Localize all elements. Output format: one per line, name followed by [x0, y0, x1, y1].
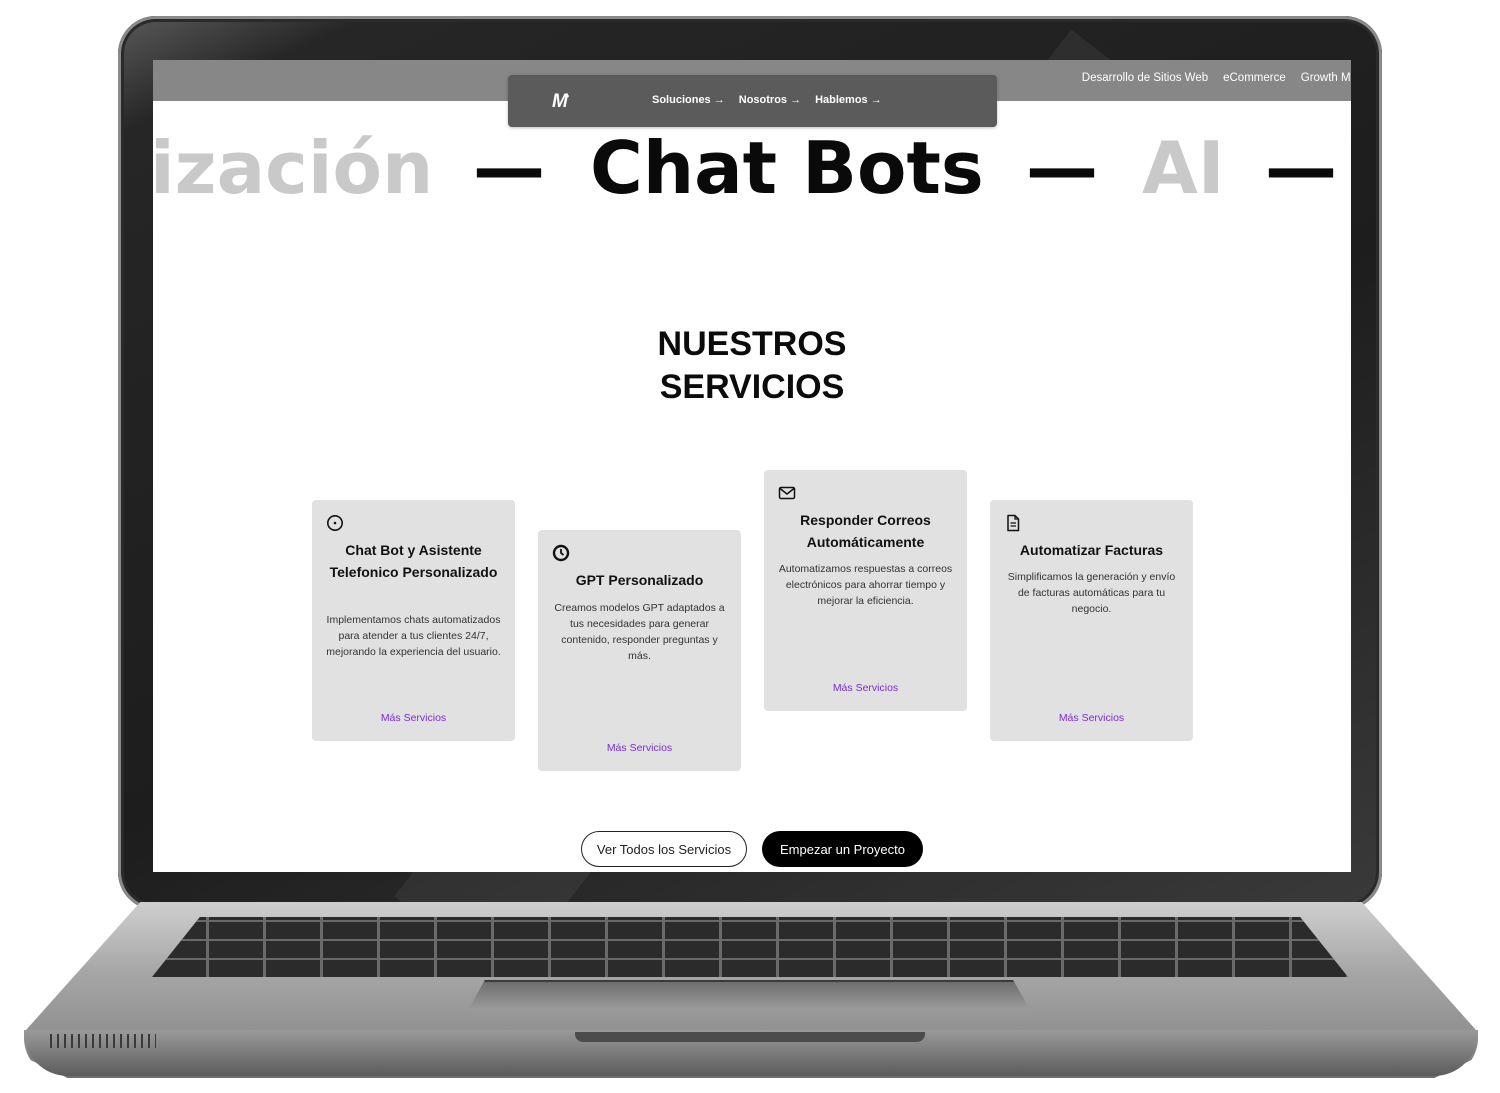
mail-icon — [778, 486, 796, 500]
top-link-ecommerce[interactable]: eCommerce — [1223, 72, 1286, 84]
laptop-keyboard — [152, 917, 1348, 977]
marquee-word-ai: AI — [1142, 126, 1225, 210]
top-link-web-development[interactable]: Desarrollo de Sitios Web — [1082, 72, 1208, 84]
nav-item-soluciones[interactable]: Soluciones → — [652, 94, 725, 106]
card-title: GPT Personalizado — [575, 572, 704, 588]
card-more-services-link[interactable]: Más Servicios — [538, 742, 741, 754]
brand-logo[interactable]: M• — [552, 91, 569, 113]
marquee-separator: — — [1265, 126, 1337, 210]
top-link-growth-marketing[interactable]: Growth Ma — [1301, 72, 1351, 84]
website-screen: Desarrollo de Sitios Web eCommerce Growt… — [153, 60, 1351, 872]
card-title: Responder Correos Automáticamente — [800, 512, 931, 550]
section-title: NUESTROS SERVICIOS — [153, 323, 1351, 409]
card-more-services-link[interactable]: Más Servicios — [312, 712, 515, 724]
service-card-email: Responder Correos Automáticamente Automa… — [764, 470, 967, 711]
marquee-word-automatizacion: ización — [153, 126, 434, 210]
main-navigation: M• Soluciones → Nosotros → Hablemos → — [508, 75, 997, 127]
laptop-trackpad — [468, 980, 1030, 1010]
card-title: Chat Bot y Asistente Telefonico Personal… — [329, 542, 498, 580]
card-description: Automatizamos respuestas a correos elect… — [778, 563, 953, 607]
card-description: Creamos modelos GPT adaptados a tus nece… — [554, 602, 725, 662]
laptop-hinge-notch — [575, 1032, 925, 1042]
card-more-services-link[interactable]: Más Servicios — [990, 712, 1193, 724]
scrolling-marquee: ización — Chat Bots — AI — — [153, 128, 1351, 208]
card-description: Implementamos chats automatizados para a… — [326, 614, 501, 658]
clock-icon — [552, 544, 570, 562]
service-card-invoices: Automatizar Facturas Simplificamos la ge… — [990, 500, 1193, 741]
laptop-vents — [50, 1034, 156, 1048]
marquee-separator: — — [473, 126, 545, 210]
nav-item-nosotros[interactable]: Nosotros → — [739, 94, 801, 106]
nav-item-hablemos[interactable]: Hablemos → — [815, 94, 882, 106]
start-project-button[interactable]: Empezar un Proyecto — [762, 831, 923, 867]
document-icon — [1007, 514, 1020, 532]
nav-links: Soluciones → Nosotros → Hablemos → — [652, 94, 882, 106]
service-card-gpt: GPT Personalizado Creamos modelos GPT ad… — [538, 530, 741, 771]
section-title-line-2: SERVICIOS — [659, 368, 845, 406]
info-circle-icon — [327, 515, 343, 531]
section-title-line-1: NUESTROS — [657, 325, 847, 363]
view-all-services-button[interactable]: Ver Todos los Servicios — [581, 831, 747, 867]
card-description: Simplificamos la generación y envío de f… — [1007, 571, 1176, 615]
card-title: Automatizar Facturas — [1019, 542, 1164, 558]
service-card-chatbot: Chat Bot y Asistente Telefonico Personal… — [312, 500, 515, 741]
marquee-word-chat-bots: Chat Bots — [590, 126, 984, 210]
logo-mark-icon: • — [565, 91, 569, 101]
marquee-separator: — — [1026, 126, 1098, 210]
card-more-services-link[interactable]: Más Servicios — [764, 682, 967, 694]
top-bar-links: Desarrollo de Sitios Web eCommerce Growt… — [1082, 72, 1351, 84]
